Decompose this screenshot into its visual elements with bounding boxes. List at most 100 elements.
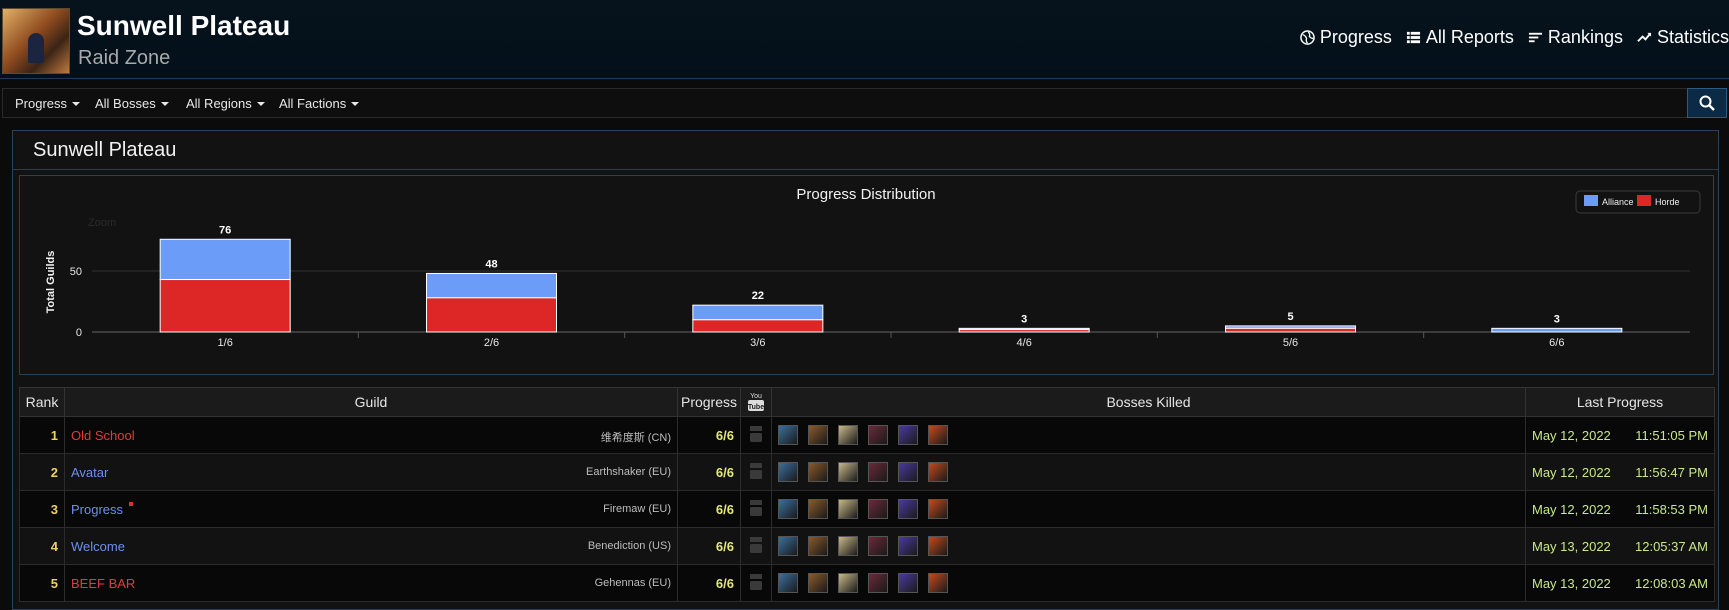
column-header-last-progress[interactable]: Last Progress [1525,387,1715,417]
last-progress-date: May 13, 2022 [1532,575,1611,591]
bosses-killed-cell [771,453,1526,491]
muru-icon[interactable] [898,425,918,445]
eredar-twins-icon[interactable] [868,536,888,556]
felmyst-icon[interactable] [838,573,858,593]
felmyst-icon[interactable] [838,499,858,519]
muru-icon[interactable] [898,462,918,482]
table-row[interactable]: 4 Welcome Benediction (US) 6/6 May 13, 2022 1… [19,527,1715,565]
eredar-twins-icon[interactable] [868,425,888,445]
new-flag-icon [129,501,134,506]
youtube-icon[interactable] [749,425,763,443]
top-nav: Progress All Reports Rankings Statistics [1300,27,1729,48]
muru-icon[interactable] [898,536,918,556]
kiljaeden-icon[interactable] [928,536,948,556]
bar-total-label: 3 [1554,313,1560,325]
nav-progress[interactable]: Progress [1300,27,1392,48]
bar-horde [1225,327,1356,333]
kalecgos-icon[interactable] [778,573,798,593]
bar-total-label: 76 [219,224,231,236]
filter-bosses-dropdown[interactable]: All Bosses [95,96,169,111]
guild-link[interactable]: BEEF BAR [71,576,135,591]
table-row[interactable]: 2 Avatar Earthshaker (EU) 6/6 May 12, 2022 11… [19,453,1715,491]
brutallus-icon[interactable] [808,462,828,482]
muru-icon[interactable] [898,573,918,593]
legend-label-horde: Horde [1655,197,1680,207]
brutallus-icon[interactable] [808,573,828,593]
x-tick-label: 5/6 [1283,337,1298,349]
video-cell[interactable] [740,564,772,602]
kalecgos-icon[interactable] [778,425,798,445]
kiljaeden-icon[interactable] [928,462,948,482]
nav-rankings[interactable]: Rankings [1528,27,1623,48]
table-row[interactable]: 3 Progress Firemaw (EU) 6/6 May 12, 2022 11:5… [19,490,1715,528]
bar-horde [426,297,557,333]
felmyst-icon[interactable] [838,536,858,556]
youtube-icon[interactable] [749,499,763,517]
last-progress-cell: May 12, 2022 11:56:47 PM [1525,453,1715,491]
brutallus-icon[interactable] [808,425,828,445]
progress-cell: 6/6 [677,453,741,491]
youtube-icon[interactable] [749,462,763,480]
filter-factions-dropdown[interactable]: All Factions [279,96,360,111]
video-cell[interactable] [740,490,772,528]
bar-horde [159,279,291,333]
youtube-icon[interactable] [749,573,763,591]
bosses-killed-cell [771,416,1526,454]
video-cell[interactable] [740,527,772,565]
filter-bar: Progress All Bosses All Regions All Fact… [2,88,1727,118]
youtube-icon[interactable] [749,536,763,554]
nav-all-reports[interactable]: All Reports [1406,27,1514,48]
felmyst-icon[interactable] [838,462,858,482]
bar-total-label: 3 [1021,313,1027,325]
guild-link[interactable]: Avatar [71,465,108,480]
guild-server: Gehennas (EU) [594,577,671,589]
search-button[interactable] [1687,88,1727,118]
guild-link[interactable]: Old School [71,428,135,443]
eredar-twins-icon[interactable] [868,499,888,519]
panel-title: Sunwell Plateau [33,139,177,161]
legend-swatch-alliance [1584,195,1598,206]
kalecgos-icon[interactable] [778,462,798,482]
video-cell[interactable] [740,453,772,491]
bar-alliance [1491,327,1623,333]
y-axis-label: Total Guilds [45,251,57,314]
eredar-twins-icon[interactable] [868,573,888,593]
kalecgos-icon[interactable] [778,499,798,519]
table-row[interactable]: 5 BEEF BAR Gehennas (EU) 6/6 May 13, 2022 12:… [19,564,1715,602]
last-progress-date: May 12, 2022 [1532,427,1611,443]
muru-icon[interactable] [898,499,918,519]
column-header-rank[interactable]: Rank [19,387,65,417]
brutallus-icon[interactable] [808,536,828,556]
guild-cell: Progress Firemaw (EU) [64,490,678,528]
felmyst-icon[interactable] [838,425,858,445]
guild-table: Rank Guild Progress You Tube Bosses Kille… [19,387,1715,602]
column-header-guild[interactable]: Guild [64,387,678,417]
nav-statistics[interactable]: Statistics [1637,27,1729,48]
bar-alliance [692,304,824,321]
guild-link[interactable]: Welcome [71,539,125,554]
video-cell[interactable] [740,416,772,454]
column-header-bosses[interactable]: Bosses Killed [771,387,1526,417]
caret-down-icon [256,102,265,106]
column-header-video: You Tube [740,387,772,417]
table-row[interactable]: 1 Old School 维希度斯 (CN) 6/6 May 12, 2022 11:51… [19,416,1715,454]
kalecgos-icon[interactable] [778,536,798,556]
kiljaeden-icon[interactable] [928,499,948,519]
filter-factions-label: All Factions [279,96,347,111]
list-icon [1406,31,1420,44]
bosses-killed-cell [771,490,1526,528]
y-tick-label: 50 [70,266,82,278]
eredar-twins-icon[interactable] [868,462,888,482]
caret-down-icon [72,102,81,106]
x-tick-label: 3/6 [750,337,765,349]
divider [13,169,1718,170]
column-header-progress[interactable]: Progress [677,387,741,417]
guild-link[interactable]: Progress [71,502,123,517]
kiljaeden-icon[interactable] [928,425,948,445]
filter-regions-dropdown[interactable]: All Regions [186,96,265,111]
progress-chart-svg: Progress Distribution Zoom Total Guilds 0 50… [45,186,1701,349]
kiljaeden-icon[interactable] [928,573,948,593]
x-tick-label: 1/6 [218,337,233,349]
brutallus-icon[interactable] [808,499,828,519]
filter-progress-dropdown[interactable]: Progress [15,96,81,111]
